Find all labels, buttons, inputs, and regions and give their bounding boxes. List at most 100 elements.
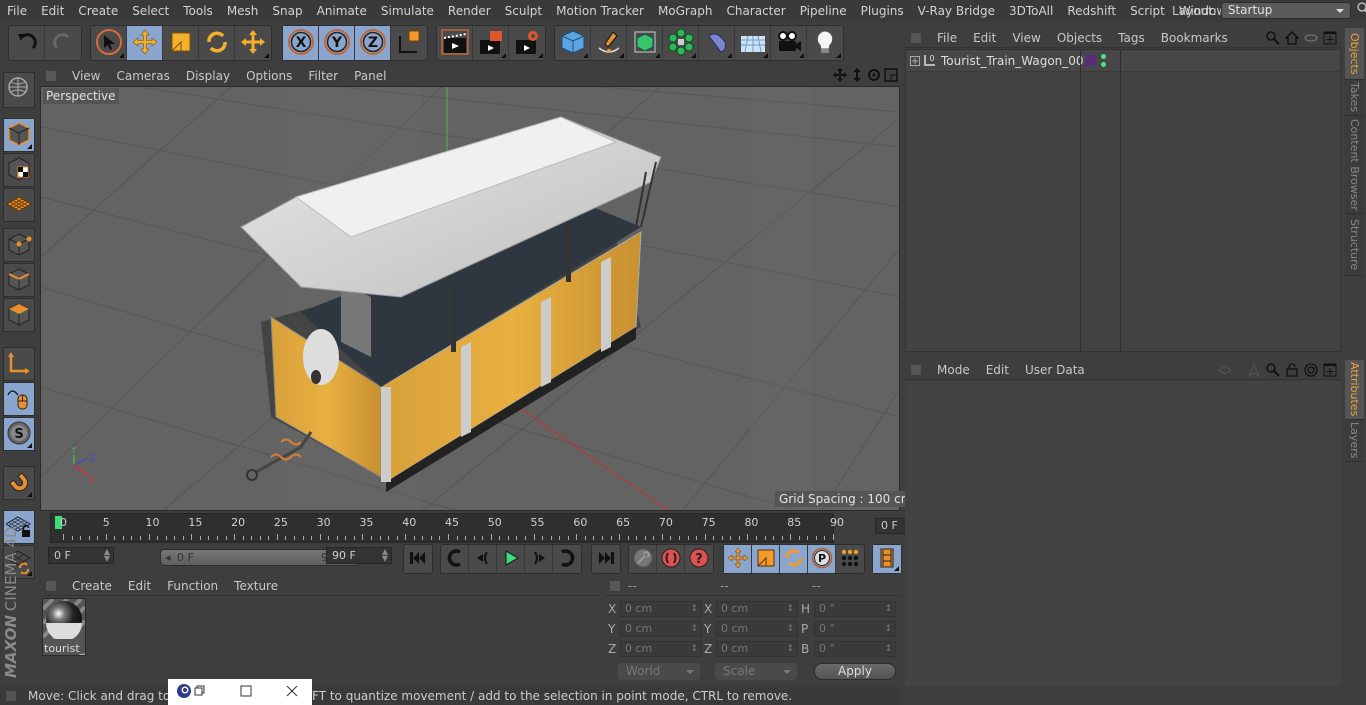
coord-field[interactable]: 0 cm: [716, 601, 798, 617]
viewport-menu-cameras[interactable]: Cameras: [108, 69, 177, 83]
z-axis-lock-button[interactable]: Z: [355, 26, 391, 60]
previous-frame-button[interactable]: [469, 545, 497, 573]
tab-attributes[interactable]: Attributes: [1345, 360, 1364, 420]
maximize-view-icon[interactable]: [884, 68, 898, 85]
menu-character[interactable]: Character: [719, 4, 792, 18]
menu-mograph[interactable]: MoGraph: [651, 4, 720, 18]
menu-animate[interactable]: Animate: [310, 4, 374, 18]
cloner-button[interactable]: [663, 26, 699, 60]
search-icon[interactable]: [1357, 2, 1366, 19]
column-divider[interactable]: [1120, 50, 1121, 353]
material-item[interactable]: tourist_t: [41, 597, 87, 656]
restore-window-icon[interactable]: [194, 685, 206, 700]
menu-create[interactable]: Create: [71, 4, 125, 18]
previous-key-button[interactable]: [441, 545, 469, 573]
snap-button[interactable]: [3, 466, 35, 500]
y-axis-lock-button[interactable]: Y: [319, 26, 355, 60]
texture-mode-button[interactable]: [3, 153, 35, 187]
menu-snap[interactable]: Snap: [265, 4, 309, 18]
filter-icon[interactable]: [1304, 31, 1318, 48]
coord-field[interactable]: 0 °: [814, 601, 896, 617]
editor-visibility-dot[interactable]: [1101, 54, 1106, 59]
floor-button[interactable]: [735, 26, 771, 60]
recent-tool-button[interactable]: [235, 26, 271, 60]
material-menu-texture[interactable]: Texture: [226, 579, 286, 593]
rotate-view-icon[interactable]: [867, 68, 881, 85]
tweak-mode-button[interactable]: [3, 382, 35, 416]
apply-button[interactable]: Apply: [814, 663, 896, 680]
layer-color-swatch[interactable]: [1085, 55, 1096, 66]
coord-field[interactable]: 0 cm: [620, 621, 702, 637]
cube-button[interactable]: [555, 26, 591, 60]
next-key-button[interactable]: [553, 545, 581, 573]
light-button[interactable]: [807, 26, 843, 60]
coordinate-system-button[interactable]: [391, 26, 427, 60]
expand-icon[interactable]: [910, 55, 920, 69]
tab-takes[interactable]: Takes: [1345, 80, 1364, 116]
rotation-key-button[interactable]: [780, 545, 808, 573]
parameter-key-button[interactable]: P: [808, 545, 836, 573]
menu-tools[interactable]: Tools: [176, 4, 220, 18]
coordinate-mode-dropdown[interactable]: World: [618, 663, 700, 680]
menu-redshift[interactable]: Redshift: [1060, 4, 1123, 18]
coord-field[interactable]: 0 cm: [716, 641, 798, 657]
coord-field[interactable]: 0 °: [814, 621, 896, 637]
workplane-mode-button[interactable]: [3, 188, 35, 222]
go-to-end-button[interactable]: [592, 545, 620, 573]
camera-button[interactable]: [771, 26, 807, 60]
pen-spline-button[interactable]: [591, 26, 627, 60]
maximize-window-icon[interactable]: [240, 685, 252, 700]
go-to-start-button[interactable]: [404, 545, 432, 573]
coord-field[interactable]: 0 cm: [716, 621, 798, 637]
menu-motion-tracker[interactable]: Motion Tracker: [549, 4, 651, 18]
object-menu-edit[interactable]: Edit: [965, 31, 1004, 45]
material-menu-function[interactable]: Function: [159, 579, 226, 593]
3d-viewport[interactable]: Y Z X: [40, 86, 900, 511]
attribute-menu-user-data[interactable]: User Data: [1017, 363, 1093, 377]
viewport-menu-options[interactable]: Options: [238, 69, 300, 83]
new-panel-icon[interactable]: [1323, 31, 1337, 48]
menu-plugins[interactable]: Plugins: [854, 4, 911, 18]
start-frame-field[interactable]: 0 F ▲ ▼: [48, 547, 114, 564]
panel-grip[interactable]: [46, 71, 56, 81]
object-menu-bookmarks[interactable]: Bookmarks: [1153, 31, 1236, 45]
menu-sculpt[interactable]: Sculpt: [498, 4, 549, 18]
subdivision-surface-button[interactable]: [627, 26, 663, 60]
coord-field[interactable]: 0 cm: [620, 641, 702, 657]
material-menu-create[interactable]: Create: [64, 579, 120, 593]
menu-3dtoall[interactable]: 3DToAll: [1002, 4, 1060, 18]
menu-pipeline[interactable]: Pipeline: [793, 4, 854, 18]
edges-mode-button[interactable]: [3, 263, 35, 297]
viewport-menu-display[interactable]: Display: [178, 69, 238, 83]
viewport-menu-view[interactable]: View: [64, 69, 108, 83]
attribute-menu-edit[interactable]: Edit: [978, 363, 1017, 377]
live-selection-button[interactable]: [91, 26, 127, 60]
rotate-tool-button[interactable]: [199, 26, 235, 60]
play-button[interactable]: [497, 545, 525, 573]
render-settings-button[interactable]: [509, 26, 545, 60]
object-row[interactable]: 0 Tourist_Train_Wagon_001: [906, 50, 1340, 72]
viewport-menu-filter[interactable]: Filter: [300, 69, 346, 83]
solo-button[interactable]: S: [3, 417, 35, 451]
model-mode-button[interactable]: [3, 118, 35, 152]
home-icon[interactable]: [1284, 30, 1300, 48]
redo-button[interactable]: [45, 26, 81, 60]
keyframe-selection-button[interactable]: ?: [685, 545, 713, 573]
points-mode-button[interactable]: [3, 228, 35, 262]
coord-field[interactable]: 0 °: [814, 641, 896, 657]
scale-key-button[interactable]: [752, 545, 780, 573]
tab-layers[interactable]: Layers: [1345, 420, 1364, 462]
new-panel-icon[interactable]: [1323, 363, 1337, 380]
axis-mode-button[interactable]: [3, 347, 35, 381]
timeline-scheme-button[interactable]: [873, 545, 901, 573]
object-name[interactable]: Tourist_Train_Wagon_001: [941, 54, 1091, 68]
panel-grip[interactable]: [610, 580, 620, 591]
render-visibility-dot[interactable]: [1101, 62, 1106, 67]
menu-render[interactable]: Render: [441, 4, 498, 18]
object-menu-file[interactable]: File: [929, 31, 965, 45]
back-arrow-icon[interactable]: [1208, 363, 1242, 380]
object-menu-view[interactable]: View: [1004, 31, 1048, 45]
x-axis-lock-button[interactable]: X: [283, 26, 319, 60]
material-menu-edit[interactable]: Edit: [120, 579, 159, 593]
up-arrow-icon[interactable]: [1247, 362, 1261, 380]
